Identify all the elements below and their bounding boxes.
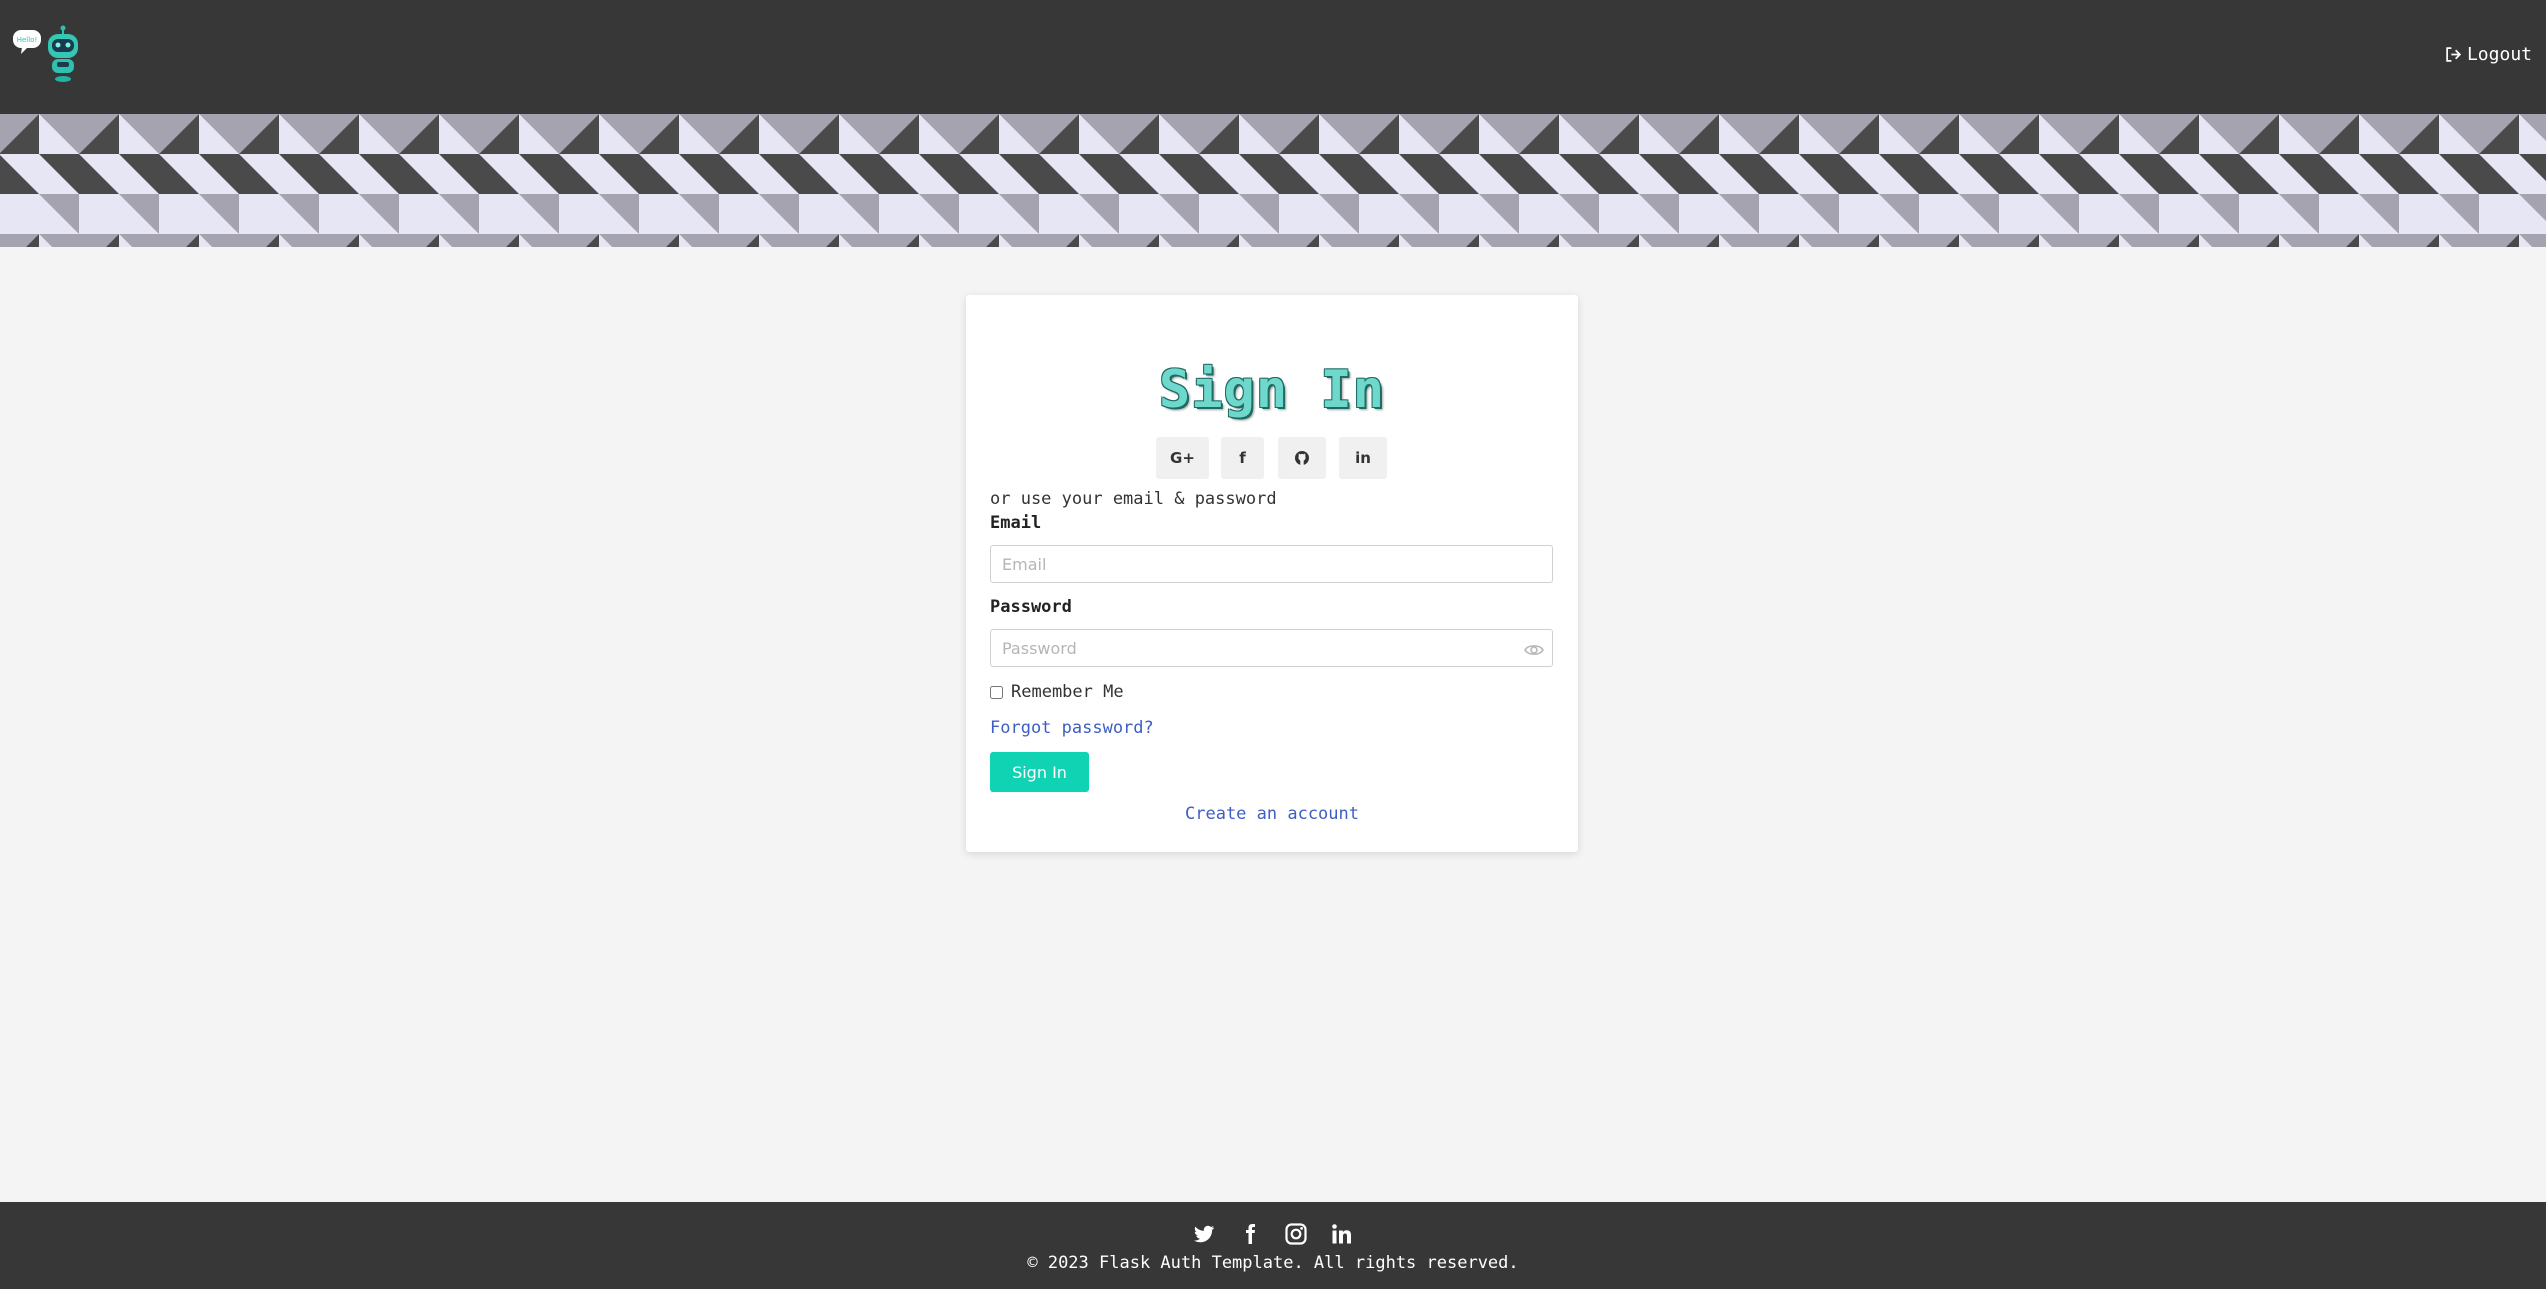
top-navbar: Hello! Logout bbox=[0, 0, 2546, 114]
google-login-button[interactable]: G+ bbox=[1156, 437, 1209, 479]
facebook-icon[interactable] bbox=[1238, 1222, 1262, 1246]
social-login-row: G+ f in bbox=[966, 437, 1578, 479]
email-input[interactable] bbox=[990, 545, 1553, 583]
login-hint-text: or use your email & password bbox=[990, 489, 1277, 509]
linkedin-icon[interactable] bbox=[1330, 1222, 1354, 1246]
linkedin-icon: in bbox=[1355, 449, 1371, 467]
password-label: Password bbox=[990, 597, 1072, 617]
footer: © 2023 Flask Auth Template. All rights r… bbox=[0, 1202, 2546, 1289]
sign-in-title: Sign In bbox=[1158, 360, 1386, 420]
logo-bubble-text: Hello! bbox=[17, 36, 38, 44]
remember-me-label: Remember Me bbox=[1011, 682, 1124, 702]
email-label: Email bbox=[990, 513, 1042, 533]
password-input[interactable] bbox=[990, 629, 1553, 667]
copyright-text: © 2023 Flask Auth Template. All rights r… bbox=[1027, 1253, 1519, 1273]
footer-social-icons bbox=[0, 1222, 2546, 1246]
facebook-icon: f bbox=[1239, 449, 1246, 467]
github-icon bbox=[1295, 451, 1309, 465]
instagram-icon[interactable] bbox=[1284, 1222, 1308, 1246]
sign-out-icon bbox=[2446, 47, 2462, 62]
twitter-icon[interactable] bbox=[1192, 1222, 1216, 1246]
sign-in-card: Sign In G+ f in or use your email & pass… bbox=[966, 295, 1578, 852]
github-login-button[interactable] bbox=[1278, 437, 1326, 479]
show-password-eye-icon[interactable] bbox=[1524, 640, 1544, 660]
decorative-pattern-banner bbox=[0, 114, 2546, 247]
forgot-password-link[interactable]: Forgot password? bbox=[990, 718, 1154, 738]
remember-me-row[interactable]: Remember Me bbox=[990, 682, 1124, 702]
sign-in-button[interactable]: Sign In bbox=[990, 752, 1089, 792]
linkedin-login-button[interactable]: in bbox=[1339, 437, 1387, 479]
logout-label: Logout bbox=[2466, 44, 2532, 65]
logout-link[interactable]: Logout bbox=[2445, 44, 2532, 65]
create-account-link[interactable]: Create an account bbox=[966, 804, 1578, 824]
robot-logo-icon[interactable]: Hello! bbox=[12, 24, 86, 88]
facebook-login-button[interactable]: f bbox=[1221, 437, 1264, 479]
google-plus-icon: G+ bbox=[1170, 449, 1195, 467]
remember-me-checkbox[interactable] bbox=[990, 685, 1003, 699]
